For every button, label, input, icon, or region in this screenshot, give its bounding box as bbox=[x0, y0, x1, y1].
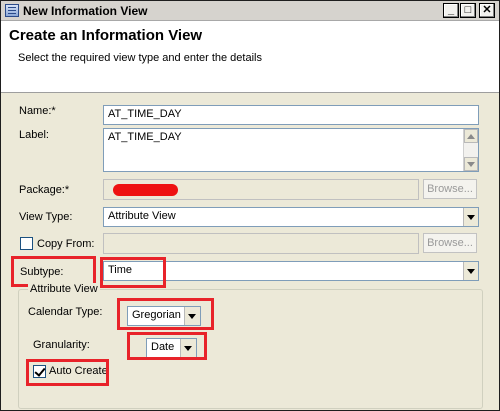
subtype-value-highlight bbox=[100, 257, 166, 288]
granularity-label: Granularity: bbox=[33, 339, 90, 351]
scroll-up-icon[interactable] bbox=[464, 129, 478, 143]
close-button[interactable]: ✕ bbox=[479, 3, 495, 18]
copy-from-checkbox[interactable] bbox=[20, 237, 33, 250]
title-bar[interactable]: New Information View _ □ ✕ bbox=[1, 1, 499, 21]
label-textarea[interactable]: AT_TIME_DAY bbox=[103, 128, 479, 172]
maximize-button[interactable]: □ bbox=[460, 3, 476, 18]
name-input[interactable]: AT_TIME_DAY bbox=[103, 105, 479, 125]
package-browse-button[interactable]: Browse... bbox=[423, 179, 477, 199]
copy-from-input[interactable] bbox=[103, 233, 419, 254]
view-type-label: View Type: bbox=[19, 211, 73, 223]
calendar-type-highlight bbox=[117, 298, 214, 330]
label-scrollbar[interactable] bbox=[463, 129, 478, 171]
granularity-highlight bbox=[127, 332, 207, 360]
attribute-view-legend: Attribute View bbox=[28, 283, 100, 295]
auto-create-highlight bbox=[26, 359, 109, 386]
page-description: Select the required view type and enter … bbox=[18, 52, 262, 64]
minimize-button[interactable]: _ bbox=[443, 3, 459, 18]
name-label: Name:* bbox=[19, 105, 56, 117]
chevron-down-icon[interactable] bbox=[463, 208, 478, 226]
view-type-dropdown[interactable]: Attribute View bbox=[103, 207, 479, 227]
window-title: New Information View bbox=[23, 4, 148, 18]
new-information-view-dialog: New Information View _ □ ✕ Create an Inf… bbox=[0, 0, 500, 411]
form-area: Name:* AT_TIME_DAY Label: AT_TIME_DAY Pa… bbox=[1, 94, 499, 410]
package-label: Package:* bbox=[19, 184, 70, 196]
view-type-value: Attribute View bbox=[108, 210, 176, 222]
copy-from-browse-button[interactable]: Browse... bbox=[423, 233, 477, 253]
redaction-mark bbox=[113, 184, 178, 196]
calendar-type-label: Calendar Type: bbox=[28, 306, 103, 318]
label-textarea-text: AT_TIME_DAY bbox=[108, 131, 182, 143]
dialog-header: Create an Information View Select the re… bbox=[1, 21, 499, 93]
chevron-down-icon[interactable] bbox=[463, 262, 478, 280]
package-input[interactable] bbox=[103, 179, 419, 200]
label-label: Label: bbox=[19, 129, 49, 141]
window-icon bbox=[5, 4, 19, 17]
copy-from-label: Copy From: bbox=[37, 238, 95, 250]
page-title: Create an Information View bbox=[9, 27, 203, 44]
scroll-down-icon[interactable] bbox=[464, 157, 478, 171]
